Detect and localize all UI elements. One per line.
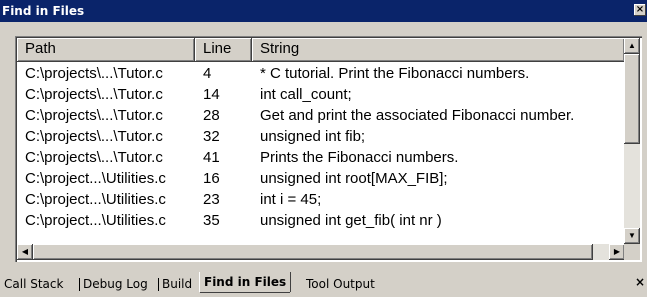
scroll-down-icon[interactable]: ▼: [624, 228, 640, 244]
result-string: Get and print the associated Fibonacci n…: [260, 107, 575, 124]
horizontal-scroll-thumb[interactable]: [33, 244, 593, 260]
result-row[interactable]: C:\project...\Utilities.c 16 unsigned in…: [17, 168, 625, 189]
result-path: C:\projects\...\Tutor.c: [25, 86, 163, 103]
result-line: 4: [203, 65, 212, 82]
result-row[interactable]: C:\projects\...\Tutor.c 41 Prints the Fi…: [17, 147, 625, 168]
vertical-scrollbar[interactable]: ▲ ▼: [624, 38, 640, 260]
close-icon[interactable]: ×: [635, 275, 645, 289]
vertical-scroll-thumb[interactable]: [624, 54, 640, 144]
result-path: C:\project...\Utilities.c: [25, 212, 166, 229]
result-string: * C tutorial. Print the Fibonacci number…: [260, 65, 530, 82]
window-title: Find in Files: [2, 4, 85, 18]
result-row[interactable]: C:\project...\Utilities.c 23 int i = 45;: [17, 189, 625, 210]
result-line: 14: [203, 86, 220, 103]
results-list: Path Line String C:\projects\...\Tutor.c…: [15, 36, 642, 262]
result-line: 41: [203, 149, 220, 166]
result-path: C:\project...\Utilities.c: [25, 191, 166, 208]
result-string: int call_count;: [260, 86, 352, 103]
result-row[interactable]: C:\projects\...\Tutor.c 32 unsigned int …: [17, 126, 625, 147]
tab-call-stack[interactable]: Call Stack: [4, 275, 63, 293]
result-string: Prints the Fibonacci numbers.: [260, 149, 459, 166]
horizontal-scrollbar[interactable]: ◀ ▶: [17, 244, 625, 260]
result-line: 32: [203, 128, 220, 145]
result-line: 23: [203, 191, 220, 208]
result-path: C:\projects\...\Tutor.c: [25, 149, 163, 166]
result-line: 28: [203, 107, 220, 124]
column-header-line[interactable]: Line: [195, 38, 252, 62]
result-path: C:\projects\...\Tutor.c: [25, 107, 163, 124]
result-row[interactable]: C:\projects\...\Tutor.c 28 Get and print…: [17, 105, 625, 126]
result-line: 35: [203, 212, 220, 229]
result-string: int i = 45;: [260, 191, 322, 208]
tab-tool-output[interactable]: Tool Output: [306, 275, 375, 293]
tab-debug-log[interactable]: Debug Log: [83, 275, 148, 293]
tab-separator: [79, 278, 80, 291]
list-header: Path Line String: [17, 38, 625, 62]
column-header-path[interactable]: Path: [17, 38, 195, 62]
scrollbar-corner: [624, 244, 640, 260]
scroll-right-icon[interactable]: ▶: [609, 244, 625, 260]
close-icon[interactable]: ×: [634, 4, 646, 16]
tab-build[interactable]: Build: [162, 275, 192, 293]
result-path: C:\projects\...\Tutor.c: [25, 128, 163, 145]
result-string: unsigned int fib;: [260, 128, 366, 145]
scroll-up-icon[interactable]: ▲: [624, 38, 640, 54]
scroll-left-icon[interactable]: ◀: [17, 244, 33, 260]
column-header-string[interactable]: String: [252, 38, 625, 62]
result-row[interactable]: C:\projects\...\Tutor.c 4 * C tutorial. …: [17, 63, 625, 84]
result-string: unsigned int get_fib( int nr ): [260, 212, 442, 229]
tab-find-in-files[interactable]: Find in Files: [200, 272, 291, 292]
titlebar: Find in Files ×: [0, 0, 647, 22]
result-string: unsigned int root[MAX_FIB];: [260, 170, 448, 187]
result-row[interactable]: C:\project...\Utilities.c 35 unsigned in…: [17, 210, 625, 231]
tab-bar: Call Stack Debug Log Build Find in Files…: [0, 270, 647, 297]
result-path: C:\projects\...\Tutor.c: [25, 65, 163, 82]
result-line: 16: [203, 170, 220, 187]
tab-separator: [158, 278, 159, 291]
result-path: C:\project...\Utilities.c: [25, 170, 166, 187]
result-row[interactable]: C:\projects\...\Tutor.c 14 int call_coun…: [17, 84, 625, 105]
result-rows: C:\projects\...\Tutor.c 4 * C tutorial. …: [17, 63, 625, 231]
